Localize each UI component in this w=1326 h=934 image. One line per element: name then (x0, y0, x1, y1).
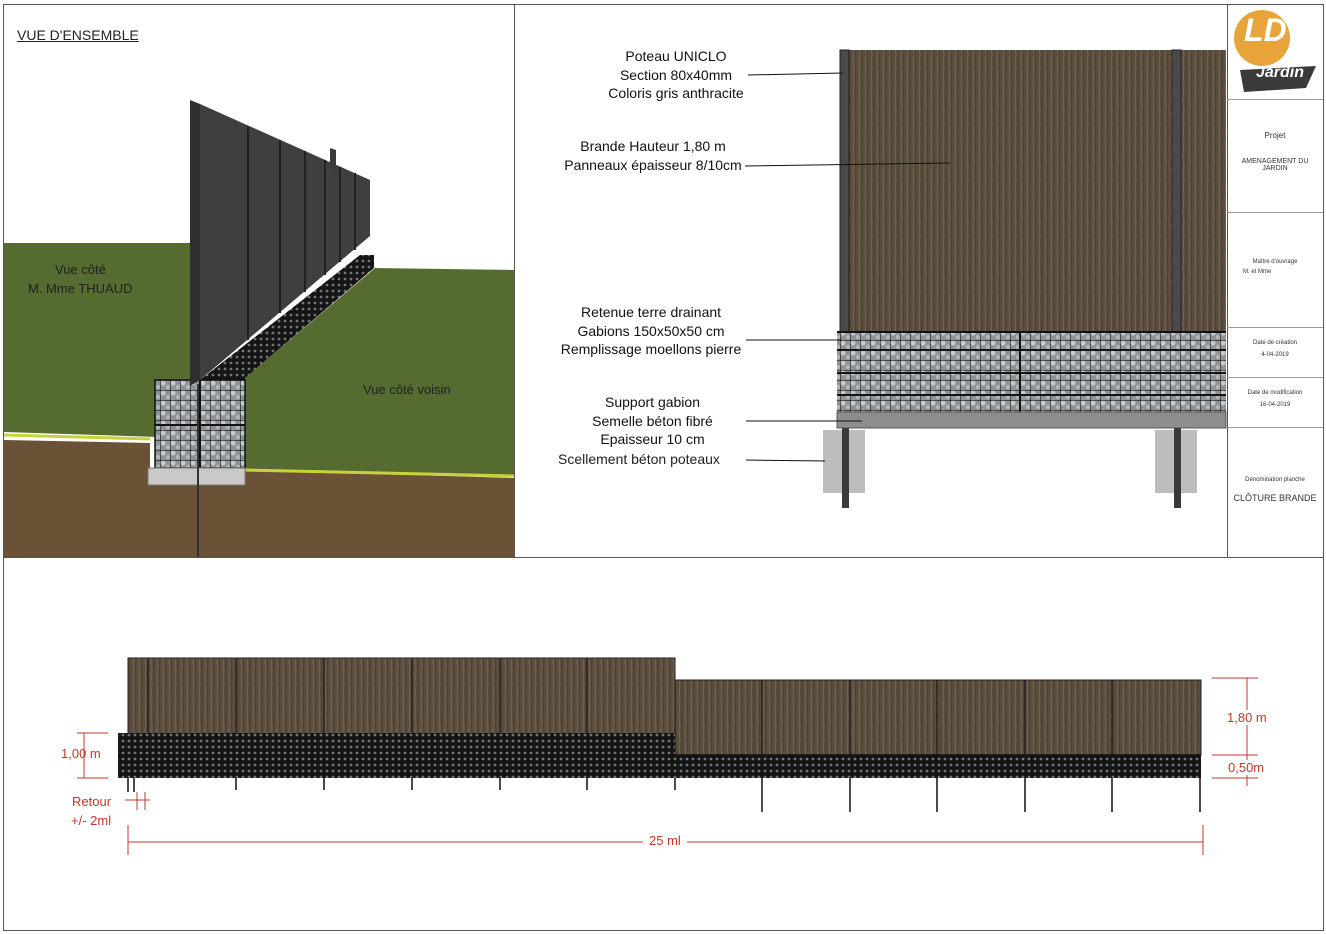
gabion-callout-line2: Gabions 150x50x50 cm (577, 322, 725, 339)
owner-side-label-line1: Vue côté (55, 262, 106, 277)
dim-left-height: 1,00 m (61, 746, 101, 761)
modified-value: 16-04-2019 (1259, 402, 1291, 408)
owner-side-label-line2: M. Mme THUAUD (28, 281, 133, 296)
dim-return-line1: Retour (72, 794, 112, 809)
project-value-line2: JARDIN (1262, 165, 1288, 172)
footing-callout-line1: Support gabion (605, 394, 700, 410)
post-callout-line2: Section 80x40mm (619, 66, 733, 83)
gabion-callout-line1: Retenue terre drainant (580, 304, 722, 320)
gabion-callout-line3: Remplissage moellons pierre (560, 341, 742, 357)
neighbor-side-label: Vue côté voisin (363, 382, 451, 397)
sheet-value: CLÔTURE BRANDE (1233, 493, 1317, 503)
post-callout: Poteau UNICLO Section 80x40mm Coloris gr… (596, 47, 756, 103)
overview-title: VUE D'ENSEMBLE (17, 27, 139, 43)
modified-label: Date de modification (1247, 390, 1303, 396)
elevation-gabion-high (118, 733, 675, 755)
panel-callout-line1: Brande Hauteur 1,80 m (580, 138, 726, 154)
project-value-line1: AMENAGEMENT DU (1241, 158, 1309, 165)
created-label: Date de création (1252, 340, 1298, 346)
overview-scene (3, 100, 515, 557)
owner-label: Maître d'ouvrage (1252, 259, 1298, 265)
section-brande-panel (840, 50, 1226, 335)
overview-footing (147, 467, 246, 486)
section-scene (744, 49, 1227, 508)
section-post-right (1171, 49, 1182, 336)
elevation-panels-low (674, 679, 1202, 756)
elevation-gabion-base (118, 755, 1201, 778)
panel-callout: Brande Hauteur 1,80 m Panneaux épaisseur… (555, 137, 751, 174)
dim-total-length: 25 ml (643, 833, 687, 848)
footing-callout-line3: Epaisseur 10 cm (600, 431, 705, 447)
created-cell: Date de création 4-04-2019 (1227, 328, 1323, 378)
title-block-logo-cell (1227, 4, 1323, 100)
created-value: 4-04-2019 (1261, 352, 1289, 358)
dim-panel-height: 1,80 m (1225, 710, 1269, 725)
post-callout-line1: Poteau UNICLO (625, 48, 727, 64)
overview-fence-near (190, 100, 200, 386)
panel-callout-line2: Panneaux épaisseur 8/10cm (564, 156, 742, 173)
gabion-callout: Retenue terre drainant Gabions 150x50x50… (551, 303, 751, 359)
dim-gabion-height: 0,50m (1226, 760, 1267, 775)
owner-cell: Maître d'ouvrage M. et Mme (1227, 213, 1323, 328)
owner-value: M. et Mme (1243, 269, 1272, 275)
elevation-scene (77, 657, 1258, 855)
section-post-left (839, 49, 850, 336)
dim-return-line2: +/- 2ml (71, 813, 112, 828)
footing-callout-line2: Semelle béton fibré (592, 412, 713, 429)
modified-cell: Date de modification 16-04-2019 (1227, 378, 1323, 428)
elevation-panels-high (127, 657, 676, 744)
sheet-cell: Dénomination planche CLÔTURE BRANDE (1227, 428, 1323, 558)
sheet-label: Dénomination planche (1245, 477, 1305, 483)
section-footing (836, 411, 1227, 429)
sealing-callout: Scellement béton poteaux (558, 451, 720, 467)
post-callout-line3: Coloris gris anthracite (608, 85, 744, 101)
project-cell: Projet AMENAGEMENT DU JARDIN (1227, 100, 1323, 213)
footing-callout: Support gabion Semelle béton fibré Epais… (585, 393, 720, 449)
project-label: Projet (1264, 131, 1286, 140)
